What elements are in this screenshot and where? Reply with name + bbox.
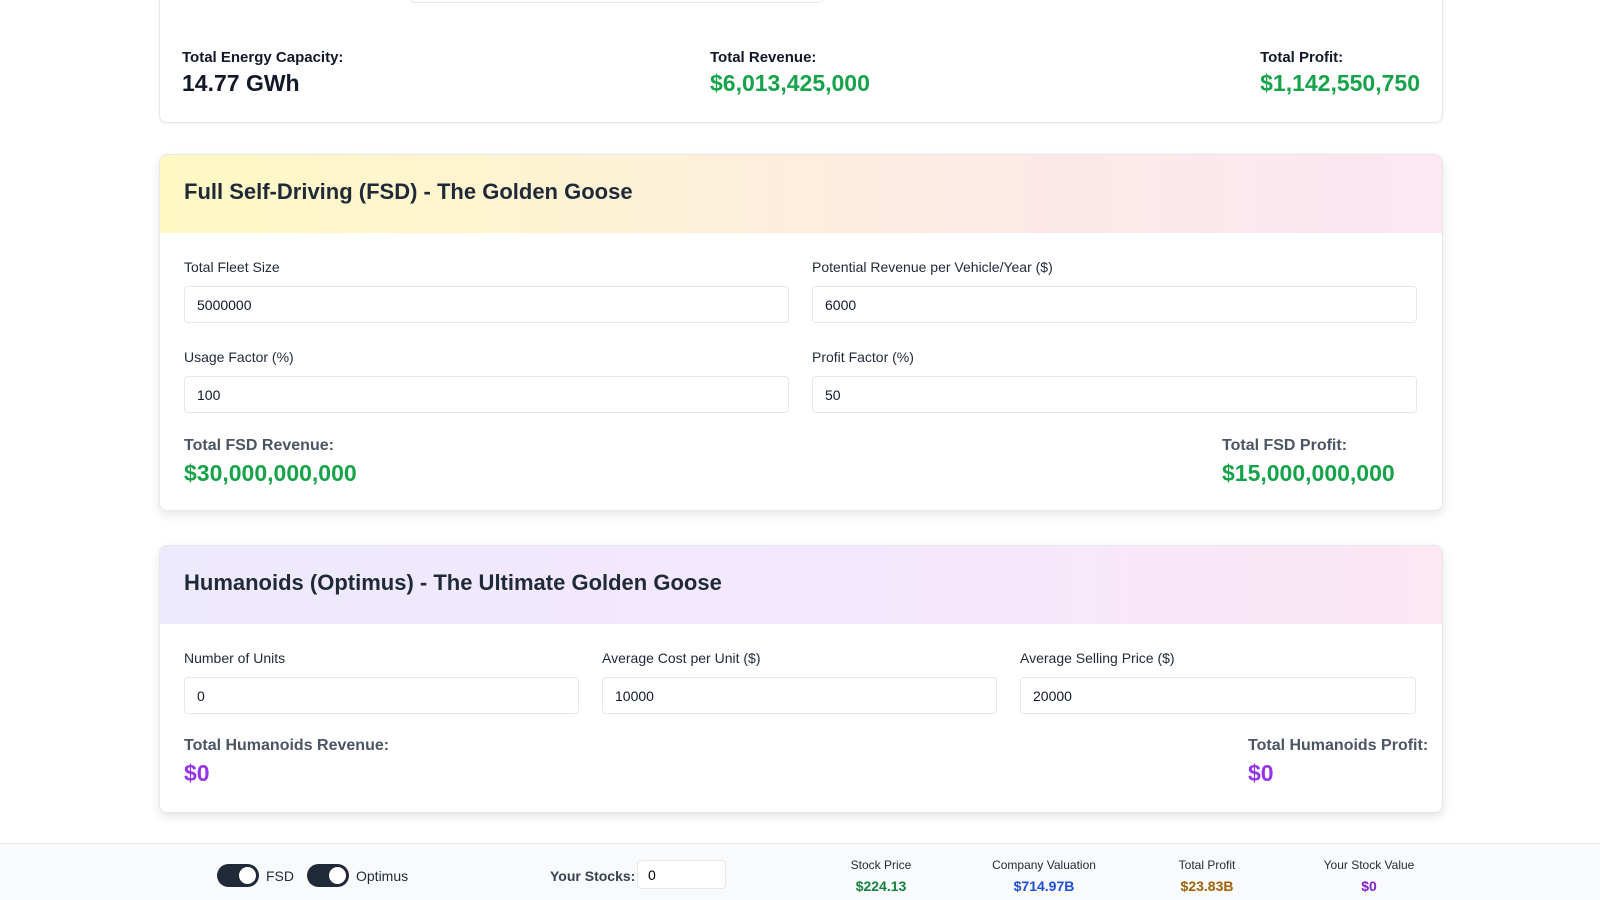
stocks-label: Your Stocks: xyxy=(550,868,636,884)
cost-per-unit-input[interactable] xyxy=(602,677,997,714)
selling-price-input[interactable] xyxy=(1020,677,1416,714)
energy-profit-stat: Total Profit: $1,142,550,750 xyxy=(1260,49,1420,97)
revenue-per-vehicle-label: Potential Revenue per Vehicle/Year ($) xyxy=(812,259,1053,275)
energy-card-top-element xyxy=(408,0,826,3)
humanoids-profit-label: Total Humanoids Profit: xyxy=(1248,737,1429,754)
units-input[interactable] xyxy=(184,677,579,714)
stock-value-value: $0 xyxy=(1361,878,1377,894)
stock-price-value: $224.13 xyxy=(855,878,907,894)
stock-value-label: Your Stock Value xyxy=(1323,858,1415,872)
company-valuation-value: $714.97B xyxy=(1013,878,1075,894)
energy-profit-label: Total Profit: xyxy=(1260,49,1344,66)
company-valuation-label: Company Valuation xyxy=(992,858,1096,872)
usage-factor-input[interactable] xyxy=(184,376,789,413)
profit-factor-label: Profit Factor (%) xyxy=(812,349,914,365)
humanoids-profit-value: $0 xyxy=(1248,760,1274,786)
usage-factor-label: Usage Factor (%) xyxy=(184,349,294,365)
profit-factor-input[interactable] xyxy=(812,376,1417,413)
total-profit-label: Total Profit xyxy=(1178,858,1236,872)
company-valuation-metric: Company Valuation $714.97B xyxy=(974,858,1114,894)
total-profit-metric: Total Profit $23.83B xyxy=(1137,858,1277,894)
fleet-size-label: Total Fleet Size xyxy=(184,259,280,275)
fsd-revenue-label: Total FSD Revenue: xyxy=(184,437,334,454)
energy-revenue-stat: Total Revenue: $6,013,425,000 xyxy=(710,49,870,97)
fleet-size-input[interactable] xyxy=(184,286,789,323)
fsd-section-title: Full Self-Driving (FSD) - The Golden Goo… xyxy=(160,155,1442,233)
energy-capacity-stat: Total Energy Capacity: 14.77 GWh xyxy=(182,49,343,97)
fsd-toggle-label: FSD xyxy=(266,868,294,884)
energy-capacity-label: Total Energy Capacity: xyxy=(182,49,344,66)
stock-price-label: Stock Price xyxy=(850,858,912,872)
humanoids-revenue-value: $0 xyxy=(184,760,210,786)
units-label: Number of Units xyxy=(184,650,286,666)
fsd-profit-value: $15,000,000,000 xyxy=(1222,460,1395,486)
fsd-profit-label: Total FSD Profit: xyxy=(1222,437,1348,454)
selling-price-label: Average Selling Price ($) xyxy=(1020,650,1175,666)
stock-price-metric: Stock Price $224.13 xyxy=(811,858,951,894)
revenue-per-vehicle-input[interactable] xyxy=(812,286,1417,323)
bottom-summary-bar: FSD Optimus Your Stocks: Stock Price $22… xyxy=(0,843,1600,900)
energy-summary-card: Total Energy Capacity: 14.77 GWh Total R… xyxy=(159,0,1443,123)
fsd-revenue-value: $30,000,000,000 xyxy=(184,460,357,486)
fsd-toggle[interactable] xyxy=(217,864,259,887)
optimus-section-title: Humanoids (Optimus) - The Ultimate Golde… xyxy=(160,546,1442,624)
optimus-section: Humanoids (Optimus) - The Ultimate Golde… xyxy=(159,545,1443,813)
optimus-toggle[interactable] xyxy=(307,864,349,887)
fsd-section: Full Self-Driving (FSD) - The Golden Goo… xyxy=(159,154,1443,511)
optimus-toggle-label: Optimus xyxy=(356,868,409,884)
energy-revenue-label: Total Revenue: xyxy=(710,49,817,66)
stock-value-metric: Your Stock Value $0 xyxy=(1299,858,1439,894)
cost-per-unit-label: Average Cost per Unit ($) xyxy=(602,650,761,666)
energy-profit-value: $1,142,550,750 xyxy=(1260,70,1420,96)
stocks-input[interactable] xyxy=(637,860,726,889)
humanoids-revenue-label: Total Humanoids Revenue: xyxy=(184,737,390,754)
energy-capacity-value: 14.77 GWh xyxy=(182,70,300,96)
energy-revenue-value: $6,013,425,000 xyxy=(710,70,870,96)
total-profit-value: $23.83B xyxy=(1180,878,1234,894)
